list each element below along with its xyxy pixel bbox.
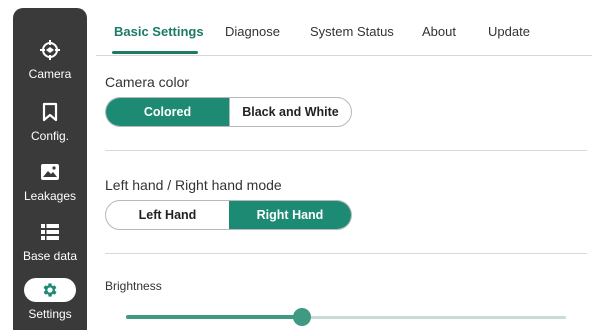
tab-basic-settings[interactable]: Basic Settings bbox=[114, 24, 204, 39]
crosshair-icon bbox=[24, 38, 76, 62]
colored-option[interactable]: Colored bbox=[106, 98, 229, 126]
gear-icon bbox=[24, 278, 76, 302]
bookmark-icon bbox=[24, 100, 76, 124]
sidebar-item-leakages[interactable]: Leakages bbox=[13, 160, 87, 203]
section-divider bbox=[105, 150, 587, 151]
right-hand-option[interactable]: Right Hand bbox=[229, 201, 351, 229]
tab-diagnose[interactable]: Diagnose bbox=[225, 24, 280, 39]
camera-color-toggle: Colored Black and White bbox=[105, 97, 352, 127]
sidebar-item-base-data[interactable]: Base data bbox=[13, 220, 87, 263]
hand-mode-title: Left hand / Right hand mode bbox=[105, 177, 282, 193]
slider-fill bbox=[126, 315, 302, 319]
app-window: Camera Config. Leakages Base data Settin… bbox=[0, 0, 592, 330]
sidebar-item-label: Leakages bbox=[23, 189, 77, 203]
sidebar-item-label: Camera bbox=[28, 67, 72, 81]
sidebar-item-label: Settings bbox=[28, 307, 72, 321]
sidebar-item-camera[interactable]: Camera bbox=[13, 38, 87, 81]
tab-bar: Basic Settings Diagnose System Status Ab… bbox=[96, 0, 592, 56]
sidebar-item-config[interactable]: Config. bbox=[13, 100, 87, 143]
tab-about[interactable]: About bbox=[422, 24, 456, 39]
sidebar: Camera Config. Leakages Base data Settin… bbox=[13, 8, 87, 330]
active-tab-indicator bbox=[112, 51, 198, 54]
tab-update[interactable]: Update bbox=[488, 24, 530, 39]
brightness-slider[interactable] bbox=[126, 308, 566, 326]
tab-system-status[interactable]: System Status bbox=[310, 24, 394, 39]
list-icon bbox=[24, 220, 76, 244]
black-and-white-option[interactable]: Black and White bbox=[229, 98, 351, 126]
slider-thumb[interactable] bbox=[293, 308, 311, 326]
sidebar-item-settings[interactable]: Settings bbox=[13, 278, 87, 321]
section-divider bbox=[105, 253, 587, 254]
sidebar-item-label: Config. bbox=[30, 129, 70, 143]
image-icon bbox=[24, 160, 76, 184]
camera-color-title: Camera color bbox=[105, 74, 190, 90]
left-hand-option[interactable]: Left Hand bbox=[106, 201, 229, 229]
brightness-title: Brightness bbox=[105, 279, 162, 293]
sidebar-item-label: Base data bbox=[22, 249, 78, 263]
hand-mode-toggle: Left Hand Right Hand bbox=[105, 200, 352, 230]
